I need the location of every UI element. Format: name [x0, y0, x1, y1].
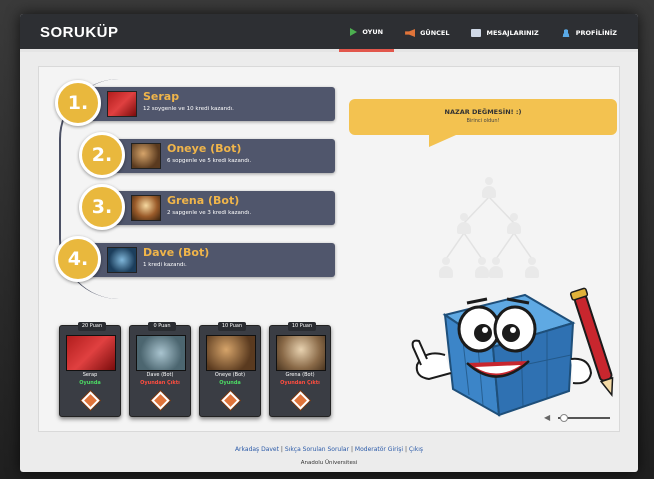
- player-avatar: [131, 143, 161, 169]
- rank-badge: 2.: [79, 132, 125, 178]
- player-card[interactable]: 10 Puan Oneye (Bot) Oyunda: [199, 322, 261, 417]
- rank-badge: 4.: [55, 236, 101, 282]
- player-avatar: [107, 91, 137, 117]
- card-status: Oyundan Çıktı: [280, 380, 320, 386]
- card-avatar: [66, 335, 116, 371]
- play-icon: [350, 27, 358, 36]
- score-badge: 20 Puan: [78, 322, 106, 331]
- nav-guncel[interactable]: GÜNCEL: [394, 14, 460, 52]
- footer-link-faq[interactable]: Sıkça Sorulan Sorular: [285, 446, 349, 453]
- card-status: Oyundan Çıktı: [140, 380, 180, 386]
- ranking-row: 3. Grena (Bot) 2 sapgenle ve 3 kredi kaz…: [79, 184, 335, 230]
- player-bar: Dave (Bot) 1 kredi kazandı.: [85, 243, 335, 277]
- speaker-icon: ◀: [544, 413, 551, 422]
- app-window: SORUKÜP OYUN GÜNCEL MESAJLARINIZ PROFİLİ…: [20, 14, 638, 472]
- cube-mascot-icon: [411, 287, 614, 417]
- nav-label: MESAJLARINIZ: [486, 29, 539, 37]
- person-icon: [456, 213, 472, 235]
- player-avatar: [107, 247, 137, 273]
- nav-mesajlariniz[interactable]: MESAJLARINIZ: [460, 14, 549, 52]
- player-name: Oneye (Bot): [167, 142, 242, 155]
- bubble-tail: [429, 131, 465, 147]
- player-result: 1 kredi kazandı.: [143, 262, 187, 268]
- player-card[interactable]: 0 Puan Dave (Bot) Oyundan Çıktı: [129, 322, 191, 417]
- card-status: Oyunda: [79, 380, 101, 386]
- player-card[interactable]: 10 Puan Grena (Bot) Oyundan Çıktı: [269, 322, 331, 417]
- nav-label: OYUN: [362, 27, 384, 36]
- card-status: Oyunda: [219, 380, 241, 386]
- player-bar: Serap 12 soygenle ve 10 kredi kazandı.: [85, 87, 335, 121]
- player-name: Grena (Bot): [167, 194, 240, 207]
- score-badge: 0 Puan: [148, 322, 176, 331]
- footer-org: Anadolu Üniversitesi: [300, 460, 358, 466]
- card-player-name: Serap: [82, 372, 98, 378]
- megaphone-icon: [405, 29, 416, 37]
- player-result: 12 soygenle ve 10 kredi kazandı.: [143, 106, 234, 112]
- player-avatar: [131, 195, 161, 221]
- nav-oyun[interactable]: OYUN: [339, 14, 395, 52]
- nav-label: GÜNCEL: [420, 29, 450, 37]
- score-badge: 10 Puan: [218, 322, 246, 331]
- card-player-name: Oneye (Bot): [214, 372, 246, 378]
- game-results-panel: 1. Serap 12 soygenle ve 10 kredi kazandı…: [38, 66, 620, 432]
- player-name: Serap: [143, 90, 180, 103]
- card-avatar: [206, 335, 256, 371]
- ranking-row: 2. Oneye (Bot) 6 sopgenle ve 5 kredi kaz…: [79, 132, 335, 178]
- card-avatar: [136, 335, 186, 371]
- top-navbar: SORUKÜP OYUN GÜNCEL MESAJLARINIZ PROFİLİ…: [20, 14, 638, 52]
- footer-link-logout[interactable]: Çıkış: [409, 446, 423, 453]
- brand-logo[interactable]: SORUKÜP: [40, 24, 119, 41]
- card-player-name: Grena (Bot): [285, 372, 315, 378]
- ranking-row: 4. Dave (Bot) 1 kredi kazandı.: [55, 236, 335, 282]
- pyramid-watermark-icon: [434, 177, 544, 287]
- nav-label: PROFİLİNİZ: [575, 29, 617, 37]
- player-bar: Grena (Bot) 2 sapgenle ve 3 kredi kazand…: [109, 191, 335, 225]
- user-icon: [560, 29, 571, 37]
- card-player-name: Dave (Bot): [146, 372, 174, 378]
- player-result: 6 sopgenle ve 5 kredi kazandı.: [167, 158, 252, 164]
- person-icon: [481, 177, 497, 199]
- diamond-icon: [291, 391, 310, 410]
- rank-badge: 1.: [55, 80, 101, 126]
- bubble-subtitle: Birinci oldun!: [466, 118, 500, 124]
- diamond-icon: [221, 391, 240, 410]
- player-result: 2 sapgenle ve 3 kredi kazandı.: [167, 210, 252, 216]
- congrats-bubble: NAZAR DEĞMESİN! :) Birinci oldun!: [349, 99, 617, 135]
- diamond-icon: [151, 391, 170, 410]
- diamond-icon: [81, 391, 100, 410]
- bubble-title: NAZAR DEĞMESİN! :): [444, 108, 522, 116]
- volume-slider-handle[interactable]: [560, 414, 568, 422]
- ranking-row: 1. Serap 12 soygenle ve 10 kredi kazandı…: [55, 80, 335, 126]
- rank-badge: 3.: [79, 184, 125, 230]
- score-badge: 10 Puan: [288, 322, 316, 331]
- footer-link-invite[interactable]: Arkadaş Davet: [235, 446, 279, 453]
- mail-icon: [471, 29, 482, 37]
- card-avatar: [276, 335, 326, 371]
- player-name: Dave (Bot): [143, 246, 210, 259]
- person-icon: [506, 213, 522, 235]
- main-nav: OYUN GÜNCEL MESAJLARINIZ PROFİLİNİZ: [339, 14, 628, 52]
- nav-profiliniz[interactable]: PROFİLİNİZ: [550, 14, 628, 52]
- volume-control[interactable]: ◀: [544, 413, 614, 423]
- footer-links: Arkadaş Davet | Sıkça Sorulan Sorular | …: [20, 446, 638, 453]
- player-card[interactable]: 20 Puan Serap Oyunda: [59, 322, 121, 417]
- player-bar: Oneye (Bot) 6 sopgenle ve 5 kredi kazand…: [109, 139, 335, 173]
- footer-link-moderator[interactable]: Moderatör Girişi: [355, 446, 403, 453]
